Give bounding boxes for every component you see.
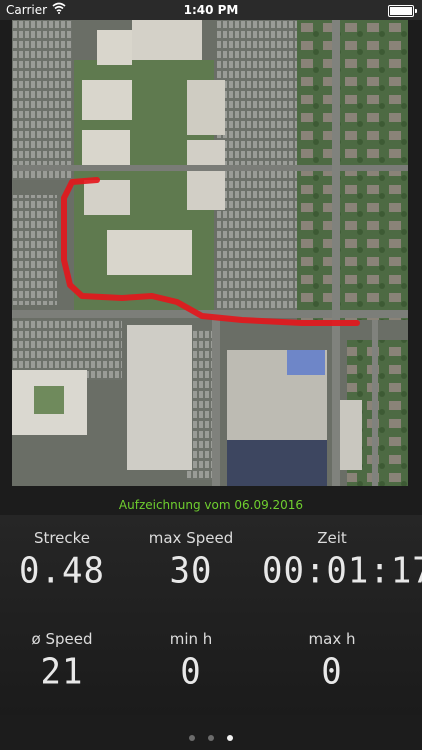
stat-max-h-label: max h bbox=[308, 630, 356, 648]
stat-max-speed: max Speed 30 bbox=[121, 529, 261, 592]
stat-avg-speed-value: 21 bbox=[40, 651, 84, 693]
page-dot-2[interactable] bbox=[208, 735, 214, 741]
stats-panel: Strecke 0.48 max Speed 30 Zeit 00:01:17 … bbox=[0, 515, 422, 715]
stat-distance: Strecke 0.48 bbox=[0, 529, 132, 592]
stat-min-h: min h 0 bbox=[121, 630, 261, 693]
stat-avg-speed-label: ø Speed bbox=[31, 630, 93, 648]
stat-min-h-label: min h bbox=[169, 630, 213, 648]
stat-min-h-value: 0 bbox=[180, 651, 202, 693]
stat-distance-value: 0.48 bbox=[19, 550, 105, 592]
stat-time-value: 00:01:17 bbox=[262, 550, 422, 592]
page-control[interactable] bbox=[0, 726, 422, 741]
stat-max-h-value: 0 bbox=[321, 651, 343, 693]
page-dot-1[interactable] bbox=[188, 735, 195, 741]
stat-time-label: Zeit bbox=[317, 529, 347, 547]
satellite-map[interactable] bbox=[12, 20, 408, 486]
status-bar: Carrier 1:40 PM bbox=[0, 0, 422, 20]
page-dot-3[interactable] bbox=[227, 735, 234, 741]
stat-max-speed-value: 30 bbox=[169, 550, 213, 592]
status-time: 1:40 PM bbox=[183, 3, 239, 17]
battery-icon bbox=[388, 5, 417, 17]
stat-time: Zeit 00:01:17 bbox=[262, 529, 422, 592]
stat-max-speed-label: max Speed bbox=[148, 529, 234, 547]
stat-distance-label: Strecke bbox=[33, 529, 91, 547]
recording-caption: Aufzeichnung vom 06.09.2016 bbox=[118, 498, 304, 512]
stat-avg-speed: ø Speed 21 bbox=[0, 630, 132, 693]
stat-max-h: max h 0 bbox=[262, 630, 402, 693]
